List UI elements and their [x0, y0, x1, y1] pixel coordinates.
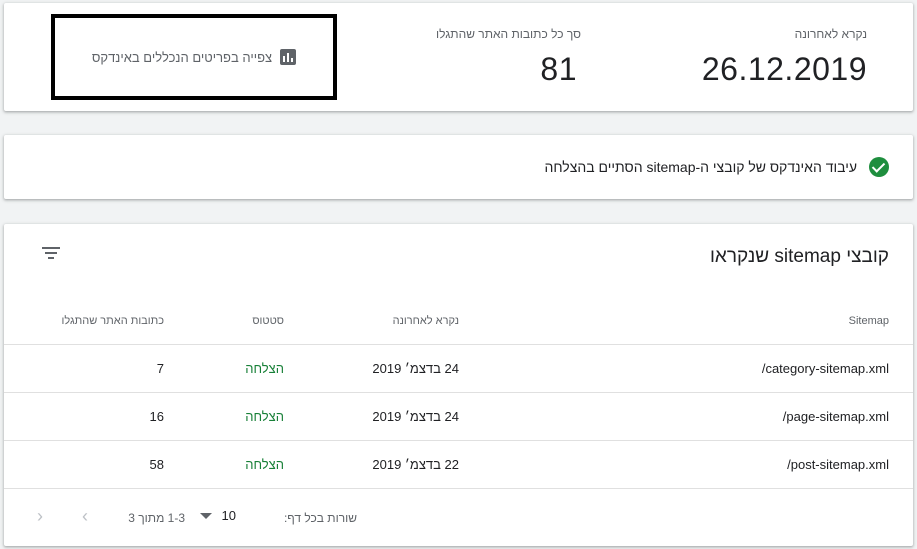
cell-sitemap: /page-sitemap.xml	[459, 392, 913, 441]
chevron-right-icon[interactable]: ›	[75, 506, 95, 526]
column-header-status[interactable]: סטטוס	[164, 298, 284, 345]
last-read-value: 26.12.2019	[701, 51, 867, 87]
table-header-row: Sitemap נקרא לאחרונה סטטוס כתובות האתר ש…	[4, 298, 913, 345]
bar-chart-icon	[280, 49, 297, 65]
rows-per-page-select[interactable]: 10	[199, 508, 236, 523]
discovered-urls-value: 81	[540, 51, 577, 87]
cell-last-read: 24 בדצמ׳ 2019	[284, 392, 459, 441]
cell-last-read: 24 בדצמ׳ 2019	[284, 344, 459, 393]
column-header-last-read[interactable]: נקרא לאחרונה	[284, 298, 459, 345]
cell-sitemap: /category-sitemap.xml	[459, 344, 913, 393]
cell-status: הצלחה	[164, 344, 284, 393]
last-read-label: נקרא לאחרונה	[794, 27, 867, 41]
check-circle-icon	[869, 157, 889, 177]
column-header-sitemap[interactable]: Sitemap	[459, 298, 913, 345]
sitemaps-table-card: קובצי sitemap שנקראו Sitemap נקרא לאחרונ…	[4, 224, 913, 546]
pagination: שורות בכל דף: 10 1-3 מתוך 3 › ‹	[4, 494, 913, 542]
cell-sitemap: /post-sitemap.xml	[459, 440, 913, 489]
table-row[interactable]: /page-sitemap.xml 24 בדצמ׳ 2019 הצלחה 16	[4, 392, 913, 441]
rows-per-page-label: שורות בכל דף:	[283, 511, 357, 525]
view-indexed-items-button[interactable]: צפייה בפריטים הנכללים באינדקס	[51, 14, 337, 100]
cell-discovered: 16	[4, 392, 164, 441]
caret-down-icon	[199, 512, 212, 519]
page-range-text: 1-3 מתוך 3	[128, 511, 185, 525]
discovered-urls-label: סך כל כתובות האתר שהתגלו	[435, 27, 581, 41]
view-indexed-items-label: צפייה בפריטים הנכללים באינדקס	[91, 49, 273, 65]
cell-status: הצלחה	[164, 392, 284, 441]
sitemaps-table: Sitemap נקרא לאחרונה סטטוס כתובות האתר ש…	[4, 298, 913, 489]
column-header-discovered[interactable]: כתובות האתר שהתגלו	[4, 298, 164, 345]
chevron-left-icon[interactable]: ‹	[30, 506, 50, 526]
cell-last-read: 22 בדצמ׳ 2019	[284, 440, 459, 489]
cell-discovered: 7	[4, 344, 164, 393]
index-summary-card: נקרא לאחרונה 26.12.2019 סך כל כתובות האת…	[4, 3, 913, 111]
status-banner: עיבוד האינדקס של קובצי ה-sitemap הסתיים …	[4, 135, 913, 199]
table-title: קובצי sitemap שנקראו	[710, 246, 889, 267]
rows-per-page-value: 10	[221, 508, 236, 523]
cell-discovered: 58	[4, 440, 164, 489]
cell-status: הצלחה	[164, 440, 284, 489]
table-row[interactable]: /category-sitemap.xml 24 בדצמ׳ 2019 הצלח…	[4, 344, 913, 393]
status-banner-text: עיבוד האינדקס של קובצי ה-sitemap הסתיים …	[544, 159, 858, 175]
filter-icon[interactable]	[42, 246, 60, 260]
table-row[interactable]: /post-sitemap.xml 22 בדצמ׳ 2019 הצלחה 58	[4, 440, 913, 489]
